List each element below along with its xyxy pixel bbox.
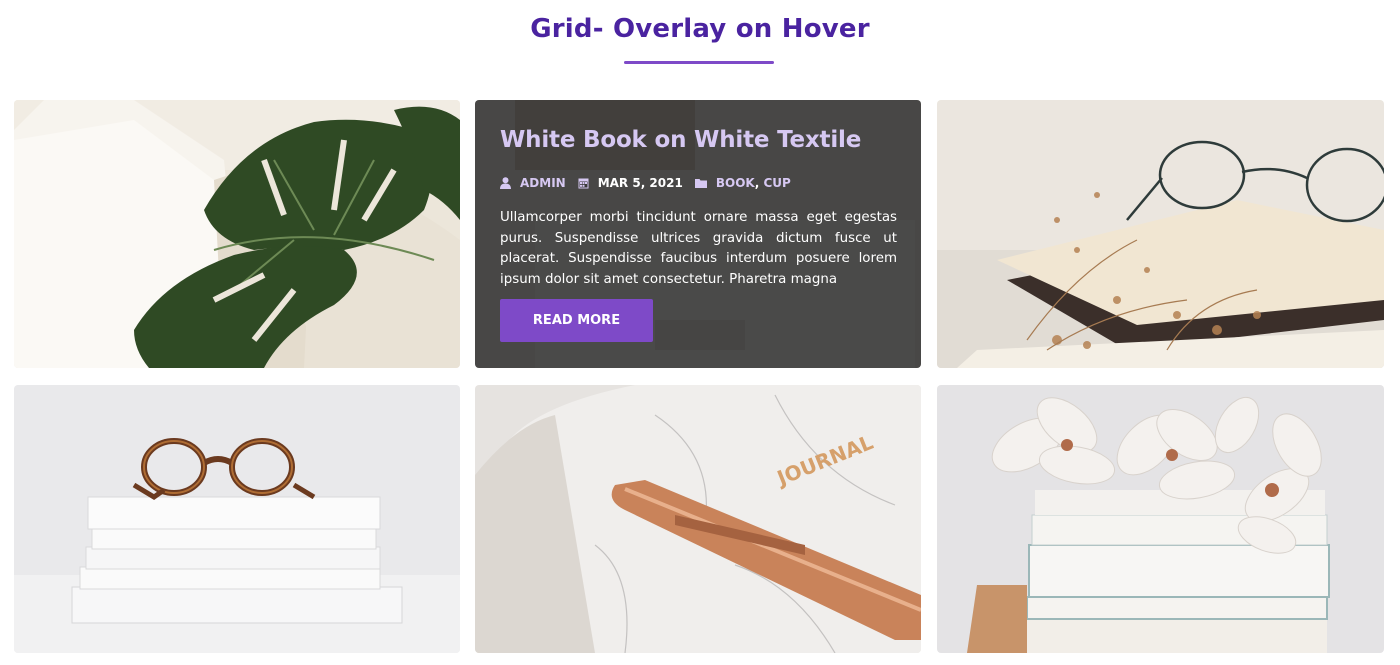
read-more-button[interactable]: READ MORE: [500, 299, 653, 342]
category-separator: ,: [754, 176, 764, 190]
grid-card-4[interactable]: [14, 385, 460, 653]
user-icon: [500, 177, 511, 189]
grid-card-3[interactable]: [937, 100, 1384, 368]
calendar-icon: [578, 178, 589, 189]
folder-icon: [694, 179, 707, 188]
meta-categories: BOOK, CUP: [694, 176, 791, 190]
section-title: Grid- Overlay on Hover: [530, 14, 870, 44]
title-underline: [624, 61, 774, 64]
post-meta: ADMIN MAR 5, 2021 BOOK, CUP: [500, 176, 803, 190]
post-title[interactable]: White Book on White Textile: [500, 127, 861, 153]
category-link[interactable]: CUP: [763, 176, 790, 190]
grid-card-1[interactable]: [14, 100, 460, 368]
post-excerpt: Ullamcorper morbi tincidunt ornare massa…: [500, 210, 897, 287]
post-date: MAR 5, 2021: [597, 176, 683, 190]
author-name[interactable]: ADMIN: [520, 176, 566, 190]
meta-date: MAR 5, 2021: [578, 176, 683, 190]
card-image-3: [937, 100, 1384, 368]
card-image-5: JOURNAL: [475, 385, 921, 653]
card-image-4: [14, 385, 460, 653]
hover-overlay: White Book on White Textile ADMIN MAR 5,…: [475, 100, 921, 368]
card-image-6: [937, 385, 1384, 653]
card-image-1: [14, 100, 460, 368]
meta-author[interactable]: ADMIN: [500, 176, 566, 190]
category-link[interactable]: BOOK: [716, 176, 755, 190]
grid-card-5[interactable]: JOURNAL: [475, 385, 921, 653]
grid-card-2[interactable]: White Book on White Textile ADMIN MAR 5,…: [475, 100, 921, 368]
grid-card-6[interactable]: [937, 385, 1384, 653]
